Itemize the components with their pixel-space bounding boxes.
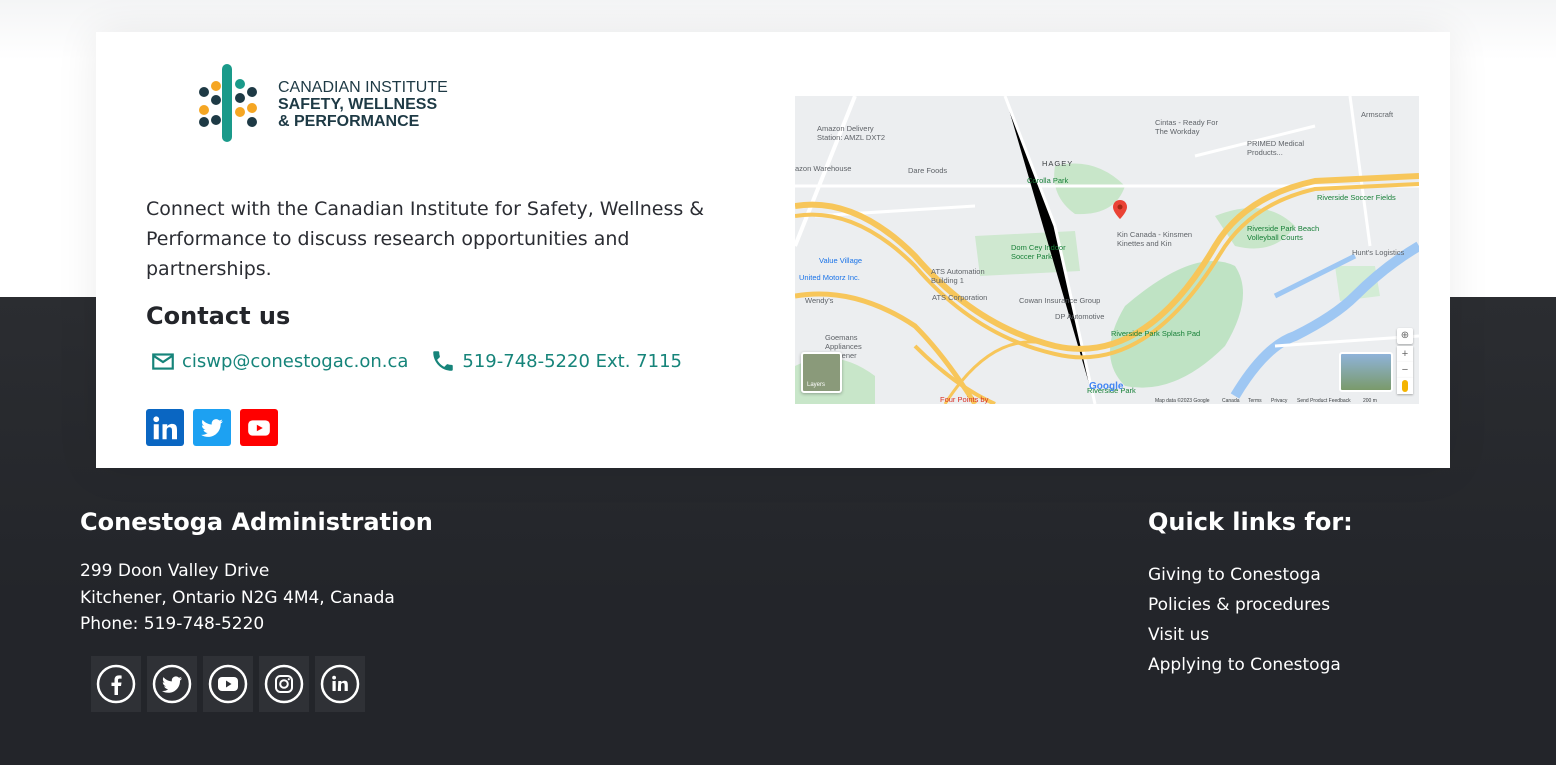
map-label: PRIMED Medical Products... [1247, 139, 1305, 157]
map-label: HAGEY [1042, 159, 1074, 168]
map-label: Cintas - Ready For The Workday [1155, 118, 1218, 136]
map-label: ATS Corporation [932, 293, 988, 302]
email-text: ciswp@conestogac.on.ca [182, 350, 409, 372]
linkedin-footer-button[interactable] [315, 656, 365, 712]
quick-link-giving[interactable]: Giving to Conestoga [1148, 565, 1321, 585]
contact-title: Contact us [146, 302, 291, 330]
map-label: Wendy's [805, 296, 834, 305]
youtube-icon [248, 419, 270, 436]
map-layers-button[interactable]: Layers [801, 352, 842, 393]
youtube-footer-button[interactable] [203, 656, 253, 712]
map-scale: 200 m [1363, 398, 1377, 404]
map-zoom-out-button[interactable]: − [1397, 362, 1413, 378]
phone-icon [433, 351, 454, 371]
map-label: Value Village [819, 256, 863, 265]
map-region: Canada [1222, 398, 1240, 404]
pegman-icon [1402, 380, 1408, 392]
google-map[interactable]: Amazon Delivery Station: AMZL DXT2 Cinta… [795, 96, 1419, 404]
instagram-button[interactable] [259, 656, 309, 712]
admin-address: 299 Doon Valley Drive Kitchener, Ontario… [80, 558, 395, 638]
map-label: DP Automotive [1055, 312, 1105, 321]
map-terms-link[interactable]: Terms [1248, 398, 1262, 404]
map-label: ATS Automation Building 1 [931, 267, 985, 285]
map-labels: Amazon Delivery Station: AMZL DXT2 Cinta… [795, 96, 1419, 404]
map-label: Riverside Park Beach Volleyball Courts [1247, 224, 1320, 242]
logo-mark-icon [199, 64, 257, 142]
email-link[interactable]: ciswp@conestogac.on.ca [150, 348, 408, 374]
map-label: Kin Canada - Kinsmen Kinettes and Kin [1117, 230, 1193, 248]
map-label: Armscraft [1361, 110, 1394, 119]
map-label: Corolla Park [1027, 176, 1069, 185]
address-line1: 299 Doon Valley Drive [80, 561, 270, 581]
map-label: Hunt's Logistics [1352, 248, 1405, 257]
twitter-icon [152, 664, 192, 704]
map-privacy-link[interactable]: Privacy [1271, 398, 1287, 404]
map-label: Cowan Insurance Group [1019, 296, 1101, 305]
map-streetview-thumbnail[interactable] [1339, 352, 1393, 392]
map-data-credit: Map data ©2023 Google [1155, 398, 1210, 404]
map-google-logo: Google [1089, 381, 1124, 392]
mail-icon [152, 353, 174, 370]
map-label: Dare Foods [908, 166, 948, 175]
map-my-location-button[interactable]: ⊕ [1397, 328, 1413, 344]
linkedin-icon [153, 415, 177, 439]
map-feedback-link[interactable]: Send Product Feedback [1297, 398, 1351, 404]
quick-link-applying[interactable]: Applying to Conestoga [1148, 655, 1341, 675]
map-label: Amazon Delivery Station: AMZL DXT2 [817, 124, 886, 142]
map-label: azon Warehouse [795, 164, 852, 173]
youtube-icon [208, 664, 248, 704]
phone-link[interactable]: 519-748-5220 Ext. 7115 [430, 348, 682, 374]
institute-logo[interactable]: CANADIAN INSTITUTE SAFETY, WELLNESS & PE… [192, 62, 462, 144]
map-zoom-in-button[interactable]: + [1397, 346, 1413, 362]
list-item: Applying to Conestoga [1148, 650, 1341, 680]
facebook-icon [96, 664, 136, 704]
linkedin-icon [320, 664, 360, 704]
contact-row: ciswp@conestogac.on.ca 519-748-5220 Ext.… [150, 346, 682, 376]
twitter-icon [201, 418, 223, 437]
address-phone: Phone: 519-748-5220 [80, 614, 265, 634]
footer-social-links [91, 656, 365, 712]
instagram-icon [264, 664, 304, 704]
phone-text: 519-748-5220 Ext. 7115 [462, 350, 682, 372]
logo-line3: & PERFORMANCE [278, 113, 420, 130]
facebook-button[interactable] [91, 656, 141, 712]
quick-links-title: Quick links for: [1148, 508, 1353, 536]
list-item: Visit us [1148, 620, 1341, 650]
admin-title: Conestoga Administration [80, 508, 433, 536]
map-pegman-button[interactable] [1397, 378, 1413, 394]
map-label: Four Points by [940, 395, 989, 404]
card-social-links [146, 409, 278, 446]
quick-links-list: Giving to Conestoga Policies & procedure… [1148, 560, 1341, 680]
linkedin-button[interactable] [146, 409, 184, 446]
contact-card: CANADIAN INSTITUTE SAFETY, WELLNESS & PE… [96, 32, 1450, 468]
twitter-footer-button[interactable] [147, 656, 197, 712]
list-item: Giving to Conestoga [1148, 560, 1341, 590]
layers-label: Layers [807, 382, 826, 388]
list-item: Policies & procedures [1148, 590, 1341, 620]
quick-link-visit[interactable]: Visit us [1148, 625, 1209, 645]
logo-line1: CANADIAN INSTITUTE [278, 79, 448, 96]
youtube-button[interactable] [240, 409, 278, 446]
map-label: United Motorz Inc. [799, 273, 860, 282]
intro-text: Connect with the Canadian Institute for … [146, 198, 705, 280]
quick-link-policies[interactable]: Policies & procedures [1148, 595, 1330, 615]
map-label: Riverside Park Splash Pad [1111, 329, 1201, 338]
address-line2: Kitchener, Ontario N2G 4M4, Canada [80, 587, 395, 608]
map-label: Dom Cey Indoor Soccer Park [1011, 243, 1066, 261]
twitter-button[interactable] [193, 409, 231, 446]
map-label: Riverside Soccer Fields [1317, 193, 1396, 202]
logo-line2: SAFETY, WELLNESS [278, 96, 438, 113]
